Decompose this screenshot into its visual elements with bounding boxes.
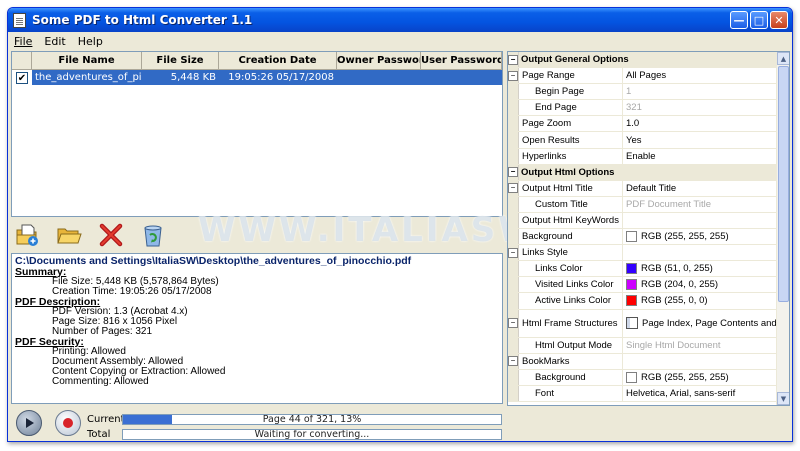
open-folder-button[interactable] bbox=[55, 221, 83, 249]
record-icon bbox=[63, 418, 73, 428]
file-path: C:\Documents and Settings\ItaliaSW\Deskt… bbox=[15, 255, 412, 267]
file-toolbar bbox=[13, 218, 167, 252]
title-bar[interactable]: Some PDF to Html Converter 1.1 — □ ✕ bbox=[8, 8, 792, 32]
frame-layout-icon bbox=[626, 317, 638, 329]
header-file-name[interactable]: File Name bbox=[32, 52, 142, 69]
add-file-icon bbox=[16, 224, 38, 246]
property-page-zoom[interactable]: Page Zoom 1.0 bbox=[508, 116, 789, 133]
row-checkbox-cell[interactable]: ✔ bbox=[12, 70, 32, 85]
current-label: Current bbox=[87, 414, 125, 425]
file-list-header: File Name File Size Creation Date Owner … bbox=[12, 52, 502, 70]
recycle-bin-button[interactable] bbox=[139, 221, 167, 249]
menu-edit[interactable]: Edit bbox=[42, 35, 67, 48]
menu-file[interactable]: File bbox=[12, 35, 34, 48]
scroll-up-icon[interactable]: ▲ bbox=[777, 52, 789, 65]
header-creation-date[interactable]: Creation Date bbox=[219, 52, 337, 69]
convert-button[interactable] bbox=[16, 410, 42, 436]
property-bookmarks[interactable]: BookMarks bbox=[508, 353, 789, 370]
info-line: Number of Pages: 321 bbox=[52, 326, 153, 337]
collapse-icon[interactable] bbox=[508, 68, 519, 84]
property-frame-structures[interactable]: Html Frame Structures Page Index, Page C… bbox=[508, 309, 789, 338]
recycle-bin-icon bbox=[144, 225, 162, 247]
collapse-icon[interactable] bbox=[508, 52, 519, 68]
property-background[interactable]: Background RGB (255, 255, 255) bbox=[508, 229, 789, 246]
category-html-options[interactable]: Output Html Options bbox=[508, 164, 789, 181]
document-icon bbox=[13, 12, 26, 28]
total-progress-text: Waiting for converting... bbox=[254, 429, 370, 440]
color-swatch bbox=[626, 371, 637, 383]
file-list[interactable]: File Name File Size Creation Date Owner … bbox=[11, 51, 503, 217]
property-custom-title[interactable]: Custom Title PDF Document Title bbox=[508, 196, 789, 213]
property-output-mode[interactable]: Html Output Mode Single Html Document bbox=[508, 337, 789, 354]
close-button[interactable]: ✕ bbox=[770, 11, 788, 29]
property-bookmarks-background[interactable]: Background RGB (255, 255, 255) bbox=[508, 369, 789, 386]
maximize-button[interactable]: □ bbox=[750, 11, 768, 29]
current-progress-text: Page 44 of 321, 13% bbox=[262, 414, 362, 425]
progress-area: Current Page 44 of 321, 13% Total Waitin… bbox=[11, 405, 503, 441]
collapse-icon[interactable] bbox=[508, 180, 519, 196]
menu-bar: File Edit Help bbox=[8, 32, 792, 50]
property-font[interactable]: Font Helvetica, Arial, sans-serif bbox=[508, 385, 789, 402]
close-icon: ✕ bbox=[774, 13, 784, 27]
delete-icon bbox=[99, 223, 123, 247]
collapse-icon[interactable] bbox=[508, 164, 519, 180]
property-links-style[interactable]: Links Style bbox=[508, 245, 789, 262]
scroll-thumb[interactable] bbox=[778, 66, 789, 302]
property-visited-links-color[interactable]: Visited Links Color RGB (204, 0, 255) bbox=[508, 277, 789, 294]
property-keywords[interactable]: Output Html KeyWords bbox=[508, 212, 789, 230]
collapse-icon[interactable] bbox=[508, 309, 519, 337]
options-property-grid[interactable]: Output General Options Page Range All Pa… bbox=[507, 51, 790, 406]
row-checkbox[interactable]: ✔ bbox=[16, 71, 28, 84]
property-html-title[interactable]: Output Html Title Default Title bbox=[508, 180, 789, 197]
minimize-button[interactable]: — bbox=[730, 11, 748, 29]
add-file-button[interactable] bbox=[13, 221, 41, 249]
current-progress-fill bbox=[123, 415, 173, 424]
scroll-down-icon[interactable]: ▼ bbox=[777, 392, 789, 405]
app-window: Some PDF to Html Converter 1.1 — □ ✕ Fil… bbox=[7, 7, 793, 442]
cell-file-size: 5,448 KB bbox=[142, 70, 219, 85]
current-progress-bar: Page 44 of 321, 13% bbox=[122, 414, 502, 425]
file-info-panel[interactable]: C:\Documents and Settings\ItaliaSW\Deskt… bbox=[11, 253, 503, 404]
total-label: Total bbox=[87, 429, 111, 440]
header-file-size[interactable]: File Size bbox=[142, 52, 219, 69]
header-user-password[interactable]: User Password bbox=[421, 52, 502, 69]
collapse-icon[interactable] bbox=[508, 353, 519, 369]
color-swatch bbox=[626, 231, 637, 243]
header-owner-password[interactable]: Owner Password bbox=[337, 52, 421, 69]
total-progress-bar: Waiting for converting... bbox=[122, 429, 502, 440]
minimize-icon: — bbox=[733, 13, 745, 27]
open-folder-icon bbox=[57, 228, 82, 244]
cell-creation-date: 19:05:26 05/17/2008 bbox=[219, 70, 337, 85]
color-swatch bbox=[626, 263, 637, 275]
property-open-results[interactable]: Open Results Yes bbox=[508, 132, 789, 149]
delete-button[interactable] bbox=[97, 221, 125, 249]
info-line: Commenting: Allowed bbox=[52, 376, 149, 387]
property-begin-page[interactable]: Begin Page 1 bbox=[508, 84, 789, 101]
play-icon bbox=[26, 418, 34, 428]
stop-button[interactable] bbox=[55, 410, 81, 436]
table-row[interactable]: ✔ the_adventures_of_pinocc... 5,448 KB 1… bbox=[12, 70, 502, 85]
vertical-scrollbar[interactable]: ▲ ▼ bbox=[776, 52, 789, 405]
property-links-color[interactable]: Links Color RGB (51, 0, 255) bbox=[508, 261, 789, 278]
property-page-range[interactable]: Page Range All Pages bbox=[508, 68, 789, 85]
collapse-icon[interactable] bbox=[508, 245, 519, 261]
property-hyperlinks[interactable]: Hyperlinks Enable bbox=[508, 148, 789, 165]
category-general-options[interactable]: Output General Options bbox=[508, 52, 789, 69]
property-active-links-color[interactable]: Active Links Color RGB (255, 0, 0) bbox=[508, 293, 789, 310]
color-swatch bbox=[626, 279, 637, 291]
color-swatch bbox=[626, 295, 637, 307]
window-title: Some PDF to Html Converter 1.1 bbox=[32, 13, 253, 27]
header-checkbox-column[interactable] bbox=[12, 52, 32, 69]
window-controls: — □ ✕ bbox=[730, 11, 788, 29]
property-end-page[interactable]: End Page 321 bbox=[508, 100, 789, 117]
menu-help[interactable]: Help bbox=[76, 35, 105, 48]
cell-file-name: the_adventures_of_pinocc... bbox=[32, 70, 142, 85]
maximize-icon: □ bbox=[753, 13, 765, 27]
cell-owner-password bbox=[337, 70, 421, 85]
cell-user-password bbox=[421, 70, 502, 85]
